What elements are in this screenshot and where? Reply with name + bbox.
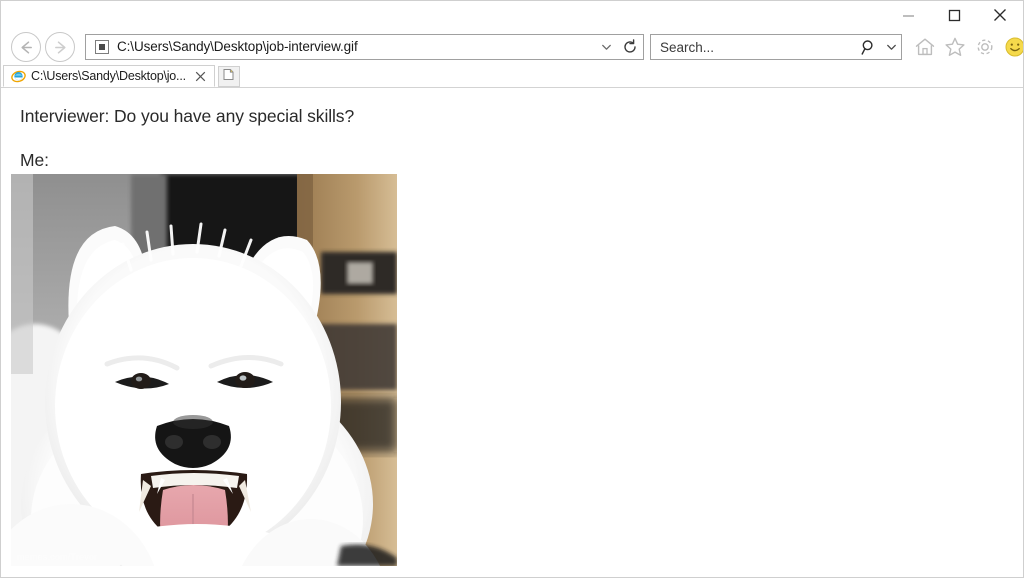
- forward-arrow-icon: [54, 40, 66, 54]
- gear-icon[interactable]: [970, 32, 1000, 62]
- page-content: Interviewer: Do you have any special ski…: [1, 88, 1023, 577]
- new-tab-icon: [222, 68, 235, 86]
- close-icon[interactable]: [192, 67, 210, 85]
- search-input[interactable]: [651, 36, 855, 58]
- internet-explorer-icon: [10, 68, 26, 84]
- back-arrow-icon: [20, 40, 32, 54]
- new-tab-button[interactable]: [217, 66, 240, 87]
- tab-job-interview[interactable]: C:\Users\Sandy\Desktop\jo...: [3, 65, 215, 87]
- search-icon[interactable]: [855, 39, 881, 56]
- page-icon: [94, 39, 110, 55]
- back-button[interactable]: [11, 32, 41, 62]
- address-url-text: C:\Users\Sandy\Desktop\job-interview.gif: [117, 39, 358, 54]
- title-bar: [1, 1, 1023, 29]
- search-bar[interactable]: [650, 34, 902, 60]
- refresh-icon[interactable]: [617, 39, 643, 55]
- search-dropdown-icon[interactable]: [881, 44, 901, 51]
- home-icon[interactable]: [910, 32, 940, 62]
- smiley-icon[interactable]: [1000, 32, 1023, 62]
- forward-button[interactable]: [45, 32, 75, 62]
- star-icon[interactable]: [940, 32, 970, 62]
- tab-title: C:\Users\Sandy\Desktop\jo...: [31, 69, 186, 83]
- page-text-line-2: Me:: [20, 150, 49, 170]
- page-text-line-1: Interviewer: Do you have any special ski…: [20, 106, 355, 126]
- close-button[interactable]: [977, 1, 1023, 29]
- minimize-button[interactable]: [885, 1, 931, 29]
- toolbar-icons: [910, 32, 1023, 62]
- chevron-down-icon[interactable]: [595, 44, 617, 51]
- navigation-toolbar: C:\Users\Sandy\Desktop\job-interview.gif: [1, 29, 1023, 65]
- browser-window: C:\Users\Sandy\Desktop\job-interview.gif: [0, 0, 1024, 578]
- tab-strip: C:\Users\Sandy\Desktop\jo...: [1, 65, 1023, 88]
- job-interview-gif-image[interactable]: memes.com/Trevor: [11, 174, 397, 566]
- window-controls: [885, 1, 1023, 29]
- address-bar[interactable]: C:\Users\Sandy\Desktop\job-interview.gif: [85, 34, 644, 60]
- maximize-button[interactable]: [931, 1, 977, 29]
